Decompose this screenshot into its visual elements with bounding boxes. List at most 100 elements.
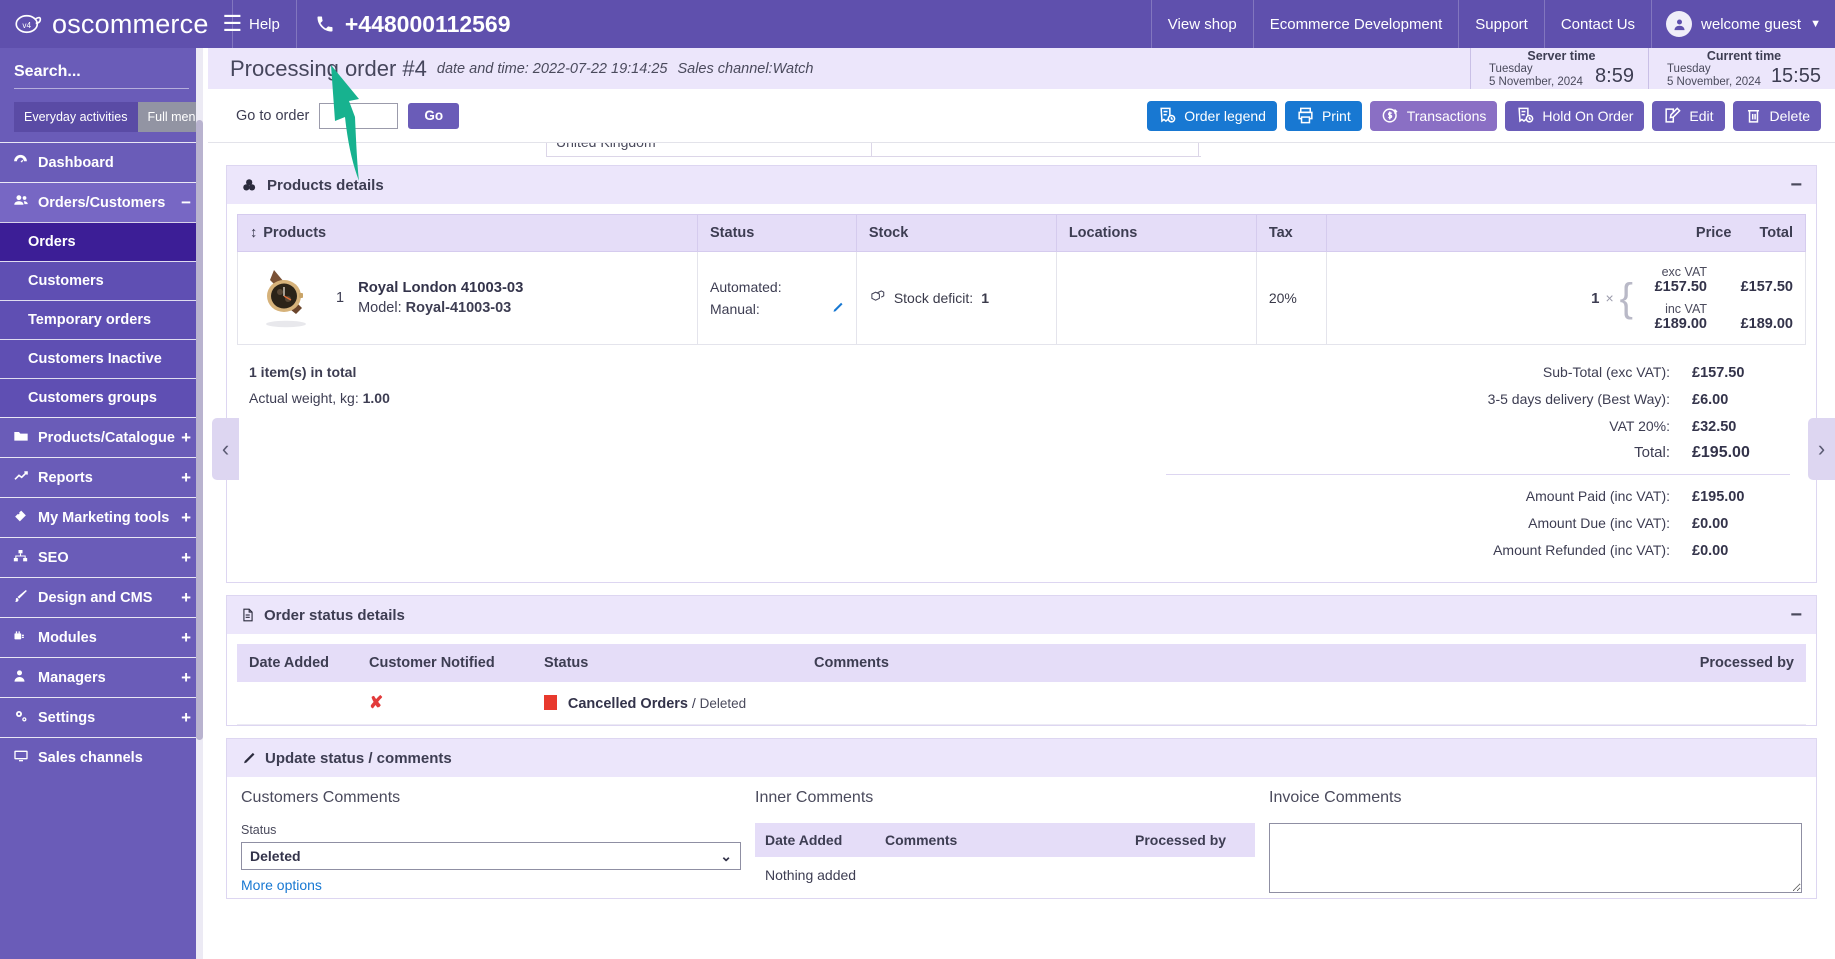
sidebar-item-seo[interactable]: SEO + [0,537,203,577]
sidebar-item-customers[interactable]: Customers [0,261,203,300]
minimize-icon[interactable]: − [1790,175,1802,195]
minimize-icon[interactable]: − [1790,605,1802,625]
search-input[interactable] [14,62,203,81]
products-panel-title: Products details [267,176,384,194]
sidebar-item-design-and-cms[interactable]: Design and CMS + [0,577,203,617]
expander[interactable]: + [181,428,191,448]
user-icon [1674,19,1685,30]
cross-icon: ✘ [369,693,384,712]
sidebar-search-area: Everyday activities Full menu [0,48,203,132]
chevron-down-icon: ▼ [1810,18,1821,30]
sidebar-item-sales-channels[interactable]: Sales channels [0,737,203,777]
products-panel-header: Products details − [227,166,1816,204]
sidebar-item-modules[interactable]: Modules + [0,617,203,657]
current-time-value: 15:55 [1770,64,1821,87]
amount-paid-value: £195.00 [1692,489,1745,505]
stock-deficit: Stock deficit: 1 [869,289,1044,307]
total-value: £195.00 [1692,444,1750,461]
hold-on-order-button[interactable]: Hold On Order [1505,100,1645,131]
status-color-swatch [544,694,557,710]
transactions-button[interactable]: Transactions [1369,100,1498,131]
sidebar-item-temporary-orders[interactable]: Temporary orders [0,300,203,339]
expander[interactable]: + [181,668,191,688]
delete-button[interactable]: Delete [1732,100,1821,131]
sidebar-item-dashboard[interactable]: Dashboard [0,142,203,182]
order-legend-button[interactable]: Order legend [1147,100,1277,131]
phone-number[interactable]: +448000112569 [297,0,527,48]
sidebar-item-label: Modules [38,629,97,646]
expander[interactable]: + [181,588,191,608]
document-icon [241,607,255,623]
status-panel-header: Order status details − [227,596,1816,634]
expander[interactable]: + [181,468,191,488]
divider [1198,143,1199,157]
sidebar-item-reports[interactable]: Reports + [0,457,203,497]
edit-button[interactable]: Edit [1652,100,1725,131]
expander[interactable]: + [181,708,191,728]
inc-vat-values-row: £189.00 £189.00 [1639,316,1793,332]
chart-icon [12,468,38,488]
products-details-panel: Products details − ↕ Products Status Sto… [226,165,1817,583]
sidebar-item-orders-customers[interactable]: Orders/Customers − [0,182,203,222]
brush-icon [12,588,38,608]
inner-comments-title: Inner Comments [755,789,874,806]
edit-pencil-icon[interactable] [830,301,844,318]
more-options-link[interactable]: More options [241,877,322,893]
sidebar-item-my-marketing-tools[interactable]: My Marketing tools + [0,497,203,537]
divider [1166,474,1790,475]
table-row: Nothing added [755,857,1255,893]
status-customer-notified: ✘ [357,682,532,725]
go-button[interactable]: Go [408,102,460,129]
sort-icon[interactable]: ↕ [250,225,257,241]
exc-vat-price: £157.50 [1654,278,1707,295]
status-cell: Automated: Manual: [697,251,857,345]
tab-everyday-activities[interactable]: Everyday activities [14,102,138,132]
sidebar-item-managers[interactable]: Managers + [0,657,203,697]
col-products[interactable]: ↕ Products [237,214,698,252]
expander[interactable]: − [181,193,191,213]
sidebar-scrollbar-thumb[interactable] [196,120,203,740]
help-link[interactable]: Help [233,0,296,48]
sidebar-sub-label: Customers Inactive [28,351,162,367]
expander[interactable]: + [181,548,191,568]
trash-icon [1747,109,1759,123]
times-icon: × [1605,290,1614,306]
goto-order-input[interactable] [319,102,399,129]
nav-support[interactable]: Support [1459,0,1544,48]
divider [871,143,872,157]
expander[interactable]: + [181,628,191,648]
sidebar-item-orders[interactable]: Orders [0,222,203,261]
manual-status: Manual: [710,298,844,321]
status-select[interactable]: Deleted ⌄ [241,842,741,870]
page-root: v4 oscommerce ☰ Help +448000112569 View … [0,0,1835,959]
brand-name: oscommerce [52,8,209,39]
sidebar-item-products-catalogue[interactable]: Products/Catalogue + [0,417,203,457]
product-name[interactable]: Royal London 41003-03 [358,278,523,298]
col-customer-notified: Customer Notified [357,644,532,682]
amount-due-label: Amount Due (inc VAT): [1528,515,1670,531]
expander[interactable]: + [181,508,191,528]
nav-view-shop[interactable]: View shop [1152,0,1253,48]
user-menu[interactable]: welcome guest ▼ [1652,0,1835,48]
collapse-left-arrow[interactable]: ‹ [212,418,239,480]
inner-comments-empty: Nothing added [765,867,857,883]
inc-vat-block: inc VAT £189.00 £189.00 [1639,302,1793,332]
amount-due-row: Amount Due (inc VAT): £0.00 [1166,510,1790,537]
items-total-line: 1 item(s) in total [249,364,357,380]
print-button[interactable]: Print [1284,100,1362,131]
status-value-cell: Cancelled Orders / Deleted [532,682,802,725]
amount-refunded-label: Amount Refunded (inc VAT): [1493,542,1670,558]
collapse-right-arrow[interactable]: › [1808,418,1835,480]
top-navigation-bar: v4 oscommerce ☰ Help +448000112569 View … [0,0,1835,48]
nav-ecommerce-development[interactable]: Ecommerce Development [1254,0,1459,48]
sidebar-item-customers-inactive[interactable]: Customers Inactive [0,339,203,378]
invoice-comments-textarea[interactable] [1269,823,1802,893]
sidebar-item-customers-groups[interactable]: Customers groups [0,378,203,417]
tab-full-menu[interactable]: Full menu [137,102,203,132]
brand-logo-area[interactable]: v4 oscommerce ☰ [0,0,242,48]
exc-vat-values-row: £157.50 £157.50 [1639,279,1793,295]
printer-icon [1298,107,1313,124]
nav-contact-us[interactable]: Contact Us [1545,0,1651,48]
sidebar-item-settings[interactable]: Settings + [0,697,203,737]
inner-comments-table: Date Added Comments Processed by Nothing… [755,823,1255,893]
